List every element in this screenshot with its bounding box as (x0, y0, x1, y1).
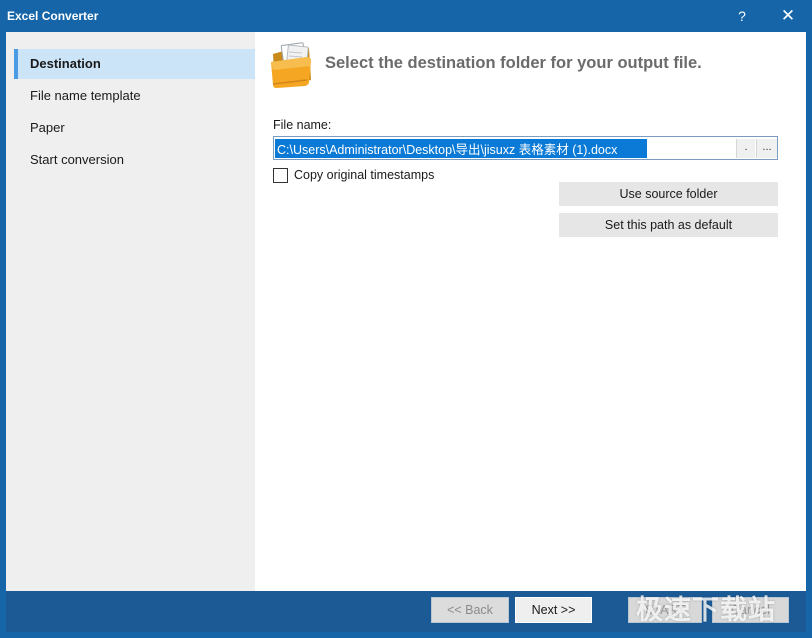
path-dot-button[interactable]: . (736, 139, 755, 158)
main-panel: Select the destination folder for your o… (255, 32, 806, 591)
use-source-folder-button[interactable]: Use source folder (559, 182, 778, 206)
close-icon[interactable]: ✕ (777, 6, 799, 26)
next-button[interactable]: Next >> (515, 597, 592, 623)
file-path-input[interactable] (275, 138, 735, 158)
sidebar-item-start-conversion[interactable]: Start conversion (14, 145, 255, 175)
sidebar-item-destination[interactable]: Destination (14, 49, 255, 79)
start-button[interactable]: START (628, 597, 702, 623)
app-window: Excel Converter ? ✕ Destination File nam… (0, 0, 812, 638)
sidebar-item-file-name-template[interactable]: File name template (14, 81, 255, 111)
folder-icon (271, 42, 311, 88)
back-button[interactable]: << Back (431, 597, 509, 623)
file-name-label: File name: (273, 118, 332, 132)
wizard-body: Destination File name template Paper Sta… (6, 32, 806, 591)
help-icon[interactable]: ? (732, 6, 752, 26)
page-heading: Select the destination folder for your o… (325, 54, 702, 72)
file-path-field[interactable]: . ... (273, 136, 778, 160)
window-title: Excel Converter (7, 9, 99, 23)
copy-timestamps-label[interactable]: Copy original timestamps (294, 168, 434, 182)
wizard-footer: << Back Next >> START Cancel (6, 591, 806, 632)
sidebar: Destination File name template Paper Sta… (6, 32, 255, 591)
browse-button[interactable]: ... (756, 139, 777, 158)
copy-timestamps-checkbox[interactable] (273, 168, 288, 183)
cancel-button[interactable]: Cancel (712, 597, 789, 623)
title-bar: Excel Converter ? ✕ (0, 0, 812, 32)
set-default-path-button[interactable]: Set this path as default (559, 213, 778, 237)
sidebar-item-paper[interactable]: Paper (14, 113, 255, 143)
